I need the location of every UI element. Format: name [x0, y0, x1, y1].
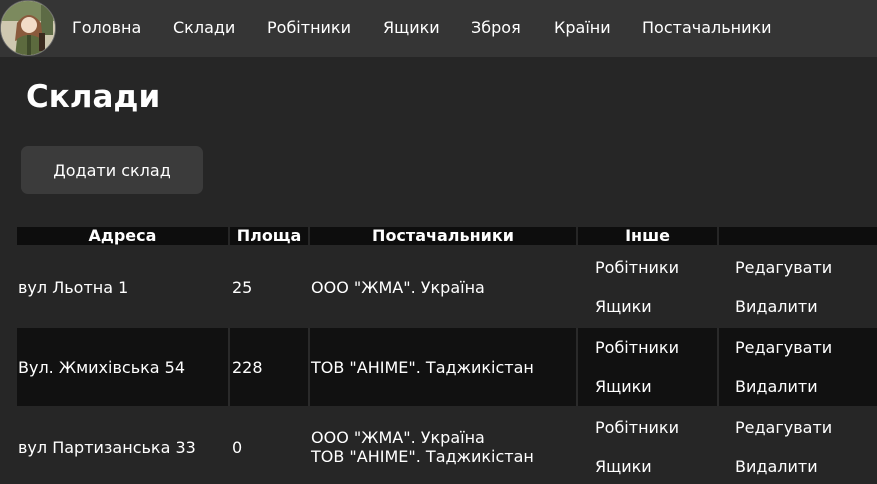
boxes-link[interactable]: Ящики	[595, 297, 652, 316]
avatar-image	[1, 1, 55, 55]
area-cell: 228	[232, 358, 263, 377]
workers-link[interactable]: Робітники	[595, 338, 679, 357]
supplier-cell: ТОВ "АНІМЕ". Таджикістан	[311, 358, 534, 377]
boxes-link[interactable]: Ящики	[595, 377, 652, 396]
avatar[interactable]	[0, 0, 56, 56]
edit-link[interactable]: Редагувати	[735, 258, 832, 277]
header-actions	[719, 227, 877, 245]
supplier-cell: ООО "ЖМА". Україна	[311, 278, 485, 297]
area-cell: 0	[232, 438, 243, 457]
column-divider	[308, 328, 310, 406]
column-divider	[576, 328, 578, 406]
header-suppliers: Постачальники	[310, 227, 576, 245]
workers-link[interactable]: Робітники	[595, 258, 679, 277]
address-cell: Вул. Жмихівська 54	[18, 358, 186, 377]
supplier-cell: ТОВ "АНІМЕ". Таджикістан	[311, 447, 534, 466]
column-divider	[228, 328, 230, 406]
workers-link[interactable]: Робітники	[595, 418, 679, 437]
delete-link[interactable]: Видалити	[735, 377, 818, 396]
supplier-cell: ООО "ЖМА". Україна	[311, 428, 485, 447]
nav-warehouses[interactable]: Склади	[173, 18, 235, 37]
boxes-link[interactable]: Ящики	[595, 457, 652, 476]
edit-link[interactable]: Редагувати	[735, 338, 832, 357]
nav-boxes[interactable]: Ящики	[383, 18, 440, 37]
nav-suppliers[interactable]: Постачальники	[642, 18, 772, 37]
column-divider	[717, 328, 719, 406]
address-cell: вул Льотна 1	[18, 278, 129, 297]
header-address: Адреса	[17, 227, 228, 245]
area-cell: 25	[232, 278, 253, 297]
add-warehouse-button[interactable]: Додати склад	[21, 146, 203, 194]
nav-workers[interactable]: Робітники	[267, 18, 351, 37]
delete-link[interactable]: Видалити	[735, 457, 818, 476]
address-cell: вул Партизанська 33	[18, 438, 196, 457]
header-area: Площа	[230, 227, 308, 245]
nav-countries[interactable]: Країни	[554, 18, 611, 37]
edit-link[interactable]: Редагувати	[735, 418, 832, 437]
page-title: Склади	[26, 79, 161, 115]
nav-home[interactable]: Головна	[72, 18, 141, 37]
nav-weapons[interactable]: Зброя	[471, 18, 521, 37]
header-other: Інше	[578, 227, 717, 245]
top-navbar: Головна Склади Робітники Ящики Зброя Кра…	[0, 0, 877, 57]
delete-link[interactable]: Видалити	[735, 297, 818, 316]
